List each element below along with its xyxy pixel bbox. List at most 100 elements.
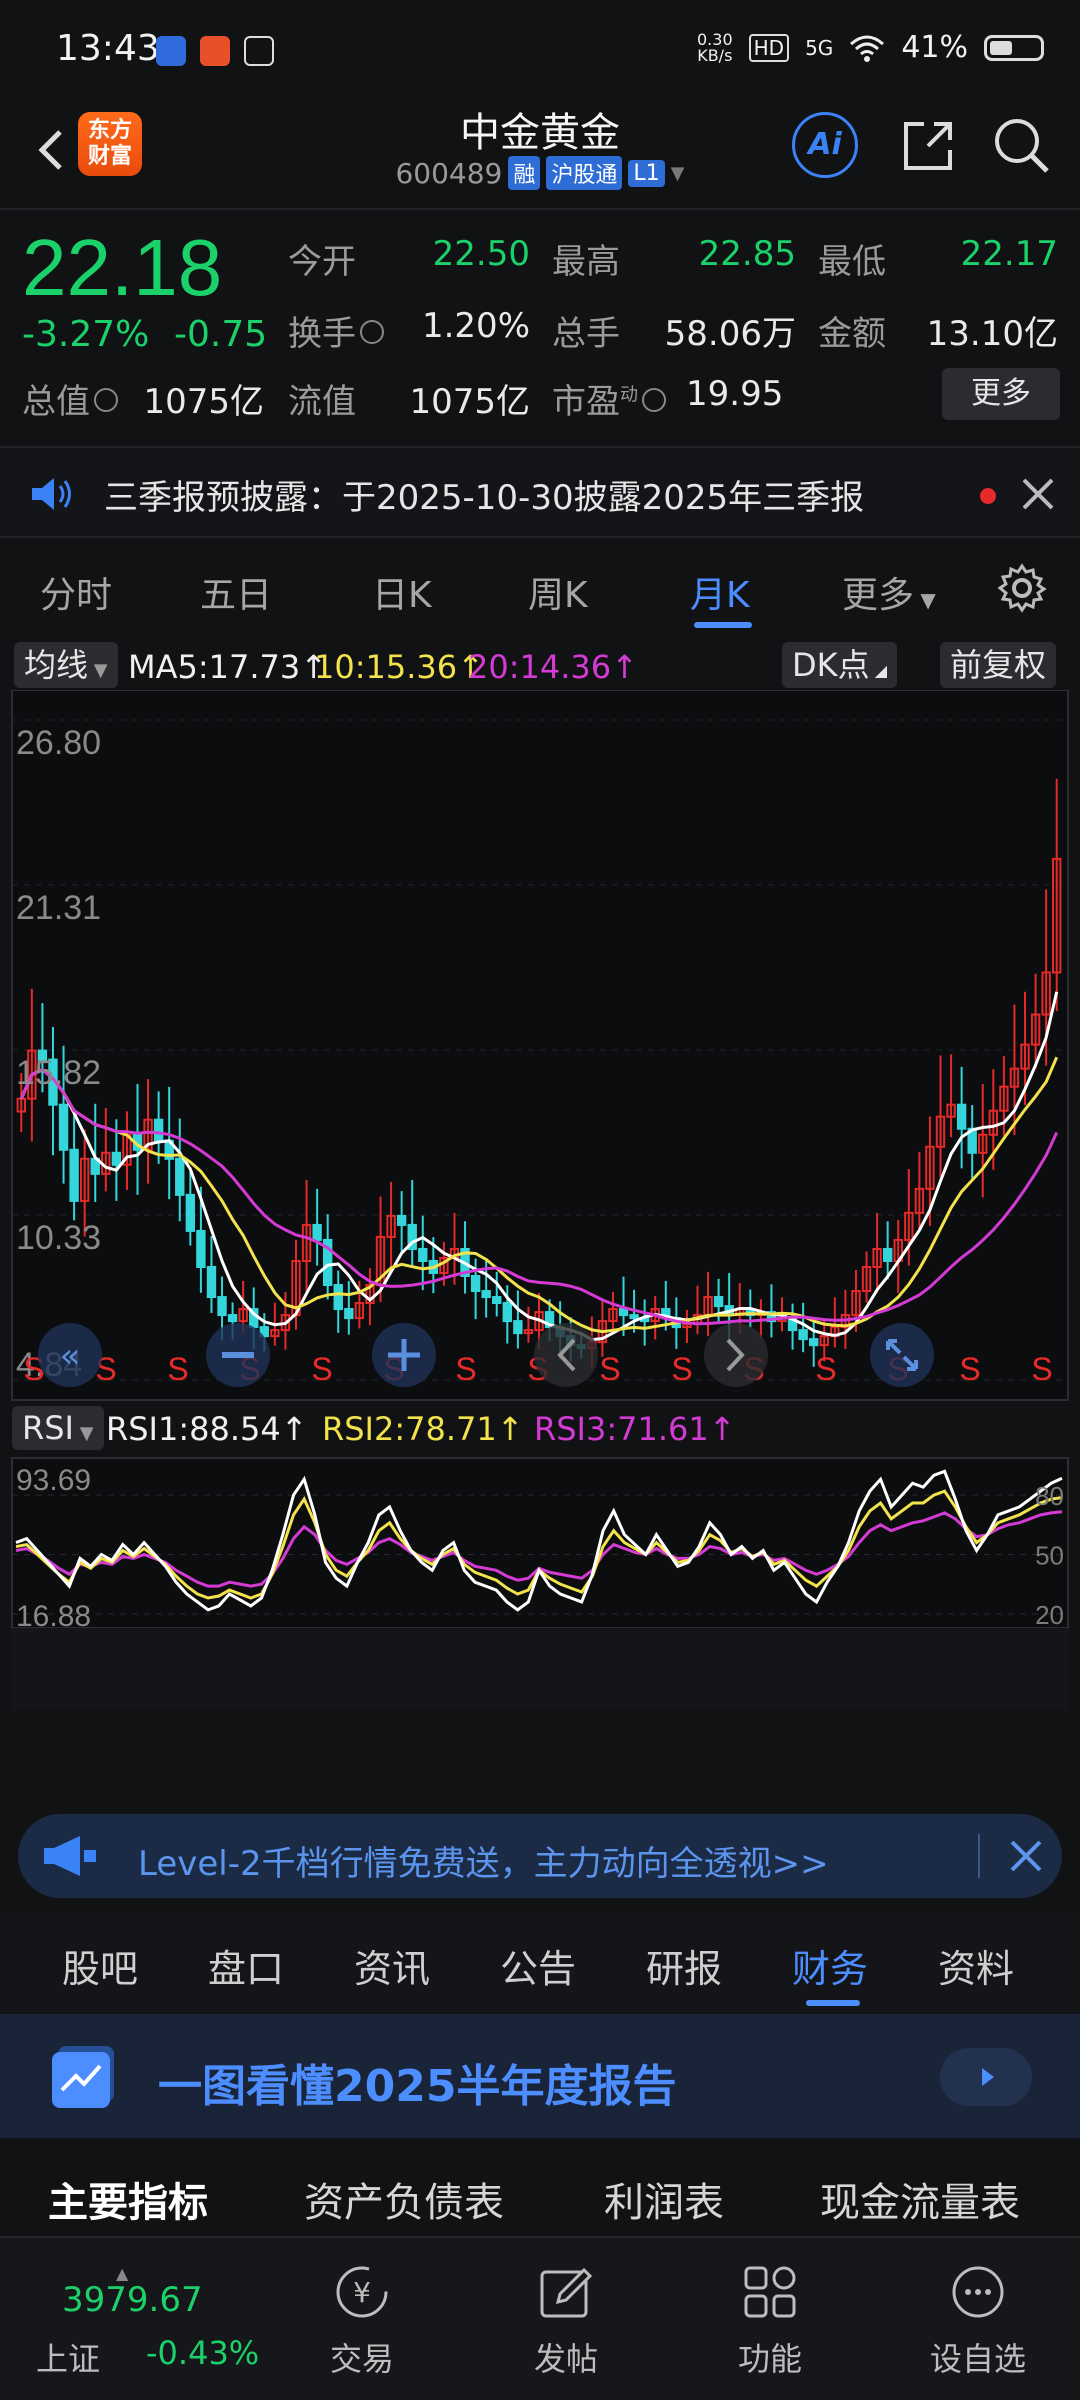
candle-body [69, 1148, 79, 1202]
tab-more[interactable]: 更多 ▼ [842, 566, 936, 618]
info-icon[interactable] [642, 387, 666, 412]
candle-body [418, 1247, 428, 1262]
chart-period-tabs: 分时 五日 日K 周K 月K 更多 ▼ [0, 540, 1080, 640]
low-value: 22.17 [960, 234, 1058, 274]
rsi-right-tick: 50 [1035, 1540, 1064, 1570]
stock-code: 600489 [395, 156, 503, 190]
open-value: 22.50 [432, 234, 530, 274]
nav-functions[interactable]: 功能 [700, 2264, 840, 2380]
ma5-value: MA5:17.73↑ [128, 648, 328, 686]
tab-announcements[interactable]: 公告 [500, 1938, 576, 1993]
settings-icon[interactable] [996, 562, 1048, 614]
scroll-back-button[interactable] [534, 1323, 598, 1387]
announcement-text[interactable]: 三季报预披露：于2025-10-30披露2025年三季报 [104, 470, 864, 519]
ma-selector[interactable]: 均线 ▼ [14, 642, 118, 688]
app-notification-icon [244, 36, 274, 66]
app-notification-icon [156, 36, 186, 66]
subtab-balance-sheet[interactable]: 资产负债表 [304, 2170, 504, 2228]
sell-signal-label: S [455, 1351, 476, 1387]
price-tick-label: 10.33 [16, 1219, 101, 1257]
tab-news[interactable]: 资讯 [354, 1938, 430, 1993]
tag-level: L1 [628, 159, 665, 187]
candle-body [153, 1118, 164, 1142]
share-icon[interactable] [898, 114, 960, 176]
fullscreen-button[interactable] [870, 1323, 934, 1387]
candle-body [111, 1151, 122, 1166]
rsi-right-tick: 20 [1035, 1600, 1064, 1630]
announcement-bar[interactable]: 三季报预披露：于2025-10-30披露2025年三季报 [0, 446, 1080, 538]
battery-icon [984, 34, 1044, 61]
close-icon[interactable] [1008, 1838, 1044, 1874]
sell-signal-label: S [311, 1351, 332, 1387]
turnover-label: 换手 [288, 306, 384, 355]
sell-signal-label: S [671, 1351, 692, 1387]
level2-text[interactable]: Level-2千档行情免费送，主力动向全透视>> [138, 1836, 829, 1885]
hd-icon: HD [748, 33, 790, 62]
tab-finance[interactable]: 财务 [792, 1938, 868, 1993]
tab-daily-k[interactable]: 日K [372, 566, 432, 618]
network-speed: 0.30 KB/s [697, 29, 733, 65]
report-open-button[interactable] [940, 2048, 1032, 2106]
info-icon[interactable] [360, 319, 384, 344]
candle-body [502, 1302, 513, 1323]
scroll-forward-button[interactable] [704, 1323, 768, 1387]
pe-value: 19.95 [686, 374, 784, 414]
tab-guba[interactable]: 股吧 [62, 1938, 138, 1993]
battery-percent: 41% [901, 30, 968, 65]
more-circle-icon [952, 2266, 1004, 2318]
index-change[interactable]: -0.43% [146, 2334, 259, 2372]
unread-dot [980, 488, 996, 504]
nav-trade[interactable]: ¥ 交易 [292, 2264, 432, 2380]
search-icon[interactable] [990, 114, 1052, 176]
tab-pankou[interactable]: 盘口 [208, 1938, 284, 1993]
mktcap-value: 1075亿 [143, 382, 264, 422]
tab-research[interactable]: 研报 [646, 1938, 722, 1993]
dk-point-button[interactable]: DK点 ◢ [782, 642, 898, 688]
candle-body [217, 1296, 227, 1317]
dropdown-icon[interactable]: ▼ [671, 163, 685, 184]
report-title[interactable]: 一图看懂2025半年度报告 [158, 2050, 676, 2114]
tab-five-day[interactable]: 五日 [200, 566, 272, 618]
dropdown-icon: ▼ [914, 588, 936, 612]
subtab-key-indicators[interactable]: 主要指标 [48, 2170, 208, 2228]
subtab-income-statement[interactable]: 利润表 [604, 2170, 724, 2228]
candle-body [956, 1103, 967, 1130]
subtab-cash-flow[interactable]: 现金流量表 [820, 2170, 1020, 2228]
index-name[interactable]: 上证 [36, 2334, 100, 2380]
sell-signal-label: S [815, 1351, 836, 1387]
volume-value: 58.06万 [664, 314, 796, 354]
candle-body [312, 1223, 322, 1241]
speaker-icon [32, 478, 71, 510]
title-bar: 中金黄金 600489 融 沪股通 L1 ▼ 东方 财富 Ai [0, 100, 1080, 210]
tab-weekly-k[interactable]: 周K [528, 566, 588, 618]
candle-body [629, 1314, 639, 1320]
tab-profile[interactable]: 资料 [938, 1938, 1014, 1993]
back-icon[interactable] [22, 120, 82, 180]
indicator-selector[interactable]: RSI ▼ [12, 1406, 104, 1450]
rsi-legend-row: RSI ▼ RSI1:88.54↑ RSI2:78.71↑ RSI3:71.61… [0, 1404, 1080, 1456]
bottom-navigation: ▲ 3979.67 上证 -0.43% ¥ 交易 发帖 功能 设自选 [0, 2236, 1080, 2400]
more-button[interactable]: 更多 [942, 368, 1060, 420]
adjust-button[interactable]: 前复权 [940, 642, 1057, 688]
low-label: 最低 [818, 242, 886, 282]
ma10-value: 10:15.36↑ [314, 648, 484, 686]
candle-body [618, 1308, 629, 1317]
index-value[interactable]: 3979.67 [62, 2280, 203, 2320]
rsi2-value: RSI2:78.71↑ [322, 1410, 524, 1448]
active-tab-indicator [694, 622, 752, 628]
kline-chart[interactable]: 26.8021.3115.8210.334.84 SSSSSSSSSSSSSSS… [0, 690, 1080, 1800]
mktcap-label: 总值 [22, 374, 118, 423]
nav-add-watchlist[interactable]: 设自选 [908, 2264, 1048, 2380]
level2-banner[interactable]: Level-2千档行情免费送，主力动向全透视>> [18, 1814, 1062, 1898]
ai-button[interactable]: Ai [792, 112, 858, 178]
close-icon[interactable] [1020, 476, 1056, 512]
nav-post[interactable]: 发帖 [496, 2264, 636, 2380]
ma-legend-row: 均线 ▼ MA5:17.73↑ 10:15.36↑ 20:14.36↑ DK点 … [0, 640, 1080, 692]
report-banner[interactable]: 一图看懂2025半年度报告 [0, 2014, 1080, 2138]
info-icon[interactable] [94, 387, 118, 412]
tab-monthly-k[interactable]: 月K [690, 566, 750, 618]
candle-body [396, 1214, 407, 1226]
wifi-icon [850, 35, 885, 62]
svg-text:¥: ¥ [353, 2276, 371, 2309]
tab-intraday[interactable]: 分时 [40, 566, 112, 618]
